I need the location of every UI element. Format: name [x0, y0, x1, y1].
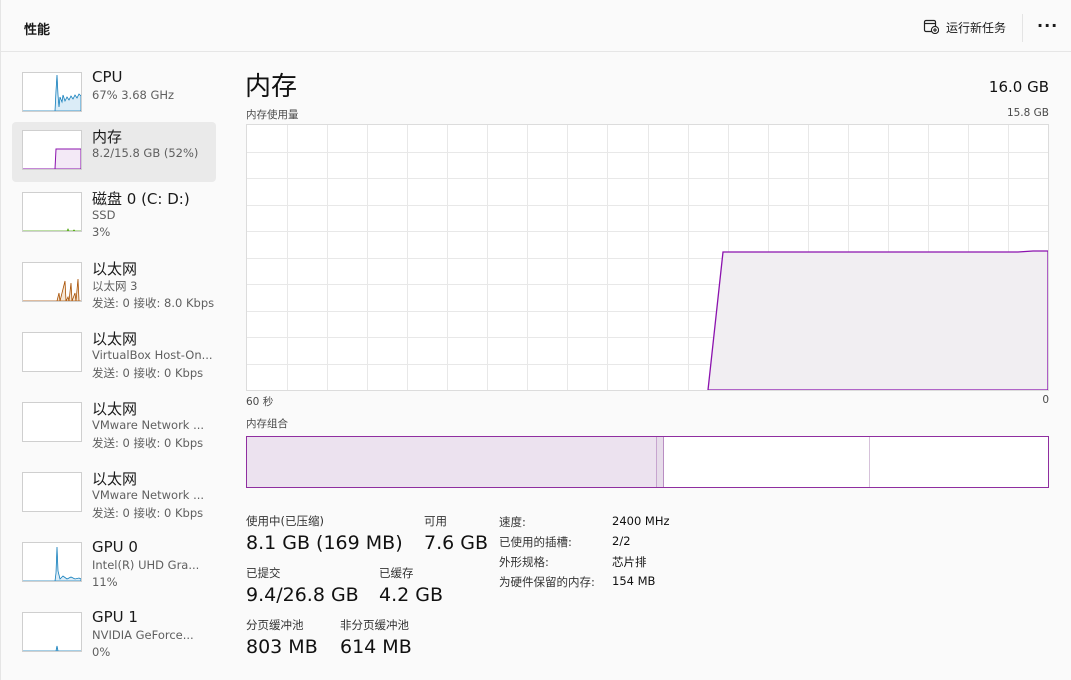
- header-divider: [1022, 14, 1023, 42]
- sidebar-item-detail: Intel(R) UHD Gra...: [92, 558, 200, 572]
- info-slots-value: 2/2: [612, 534, 631, 548]
- ethernet-thumbnail-graph: [22, 262, 82, 302]
- memory-usage-area: [707, 250, 1048, 390]
- sidebar-item-detail-2: 发送: 0 接收: 0 Kbps: [92, 366, 204, 380]
- section-title: 内存: [245, 72, 298, 102]
- sidebar-item-name: CPU: [92, 68, 123, 86]
- sidebar-item-disk[interactable]: 磁盘 0 (C: D:) SSD 3%: [12, 184, 216, 244]
- sidebar-item-name: 以太网: [92, 400, 138, 418]
- memory-composition-bar[interactable]: [246, 436, 1049, 488]
- cached-value: 4.2 GB: [379, 584, 444, 606]
- sidebar-item-name: 以太网: [92, 260, 138, 278]
- sidebar-item-detail-2: 3%: [92, 225, 111, 239]
- sidebar-item-ethernet-3[interactable]: 以太网 VMware Network ... 发送: 0 接收: 0 Kbps: [12, 394, 216, 454]
- sidebar-item-name: GPU 0: [92, 538, 138, 556]
- sidebar-item-detail-2: 发送: 0 接收: 0 Kbps: [92, 436, 204, 450]
- sidebar-item-detail: VMware Network ...: [92, 418, 205, 432]
- available-value: 7.6 GB: [424, 532, 489, 554]
- composition-label: 内存组合: [246, 418, 288, 430]
- sidebar-item-detail-2: 11%: [92, 575, 118, 589]
- sidebar-item-name: 以太网: [92, 330, 138, 348]
- sidebar-item-name: 磁盘 0 (C: D:): [92, 190, 190, 208]
- usage-graph-max: 15.8 GB: [1006, 107, 1049, 119]
- sidebar-item-detail-2: 发送: 0 接收: 8.0 Kbps: [92, 296, 214, 310]
- in-use-label: 使用中(已压缩): [246, 514, 324, 528]
- paged-pool-label: 分页缓冲池: [246, 618, 304, 632]
- sidebar-item-ethernet-4[interactable]: 以太网 VMware Network ... 发送: 0 接收: 0 Kbps: [12, 464, 216, 524]
- sidebar-item-name: 以太网: [92, 470, 138, 488]
- sidebar-item-gpu-1[interactable]: GPU 1 NVIDIA GeForce... 0%: [12, 604, 216, 664]
- ethernet-thumbnail-graph: [22, 402, 82, 442]
- sidebar-item-memory[interactable]: 内存 8.2/15.8 GB (52%): [12, 122, 216, 182]
- available-label: 可用: [424, 514, 447, 528]
- sidebar-item-detail: NVIDIA GeForce...: [92, 628, 194, 642]
- sidebar-item-cpu[interactable]: CPU 67% 3.68 GHz: [12, 64, 216, 124]
- more-options-button[interactable]: ···: [1037, 16, 1057, 38]
- info-speed-key: 速度:: [499, 515, 526, 529]
- gpu-thumbnail-graph: [22, 542, 82, 582]
- info-hw-reserved-key: 为硬件保留的内存:: [499, 575, 595, 589]
- memory-thumbnail-graph: [22, 130, 82, 170]
- sidebar-item-detail: VirtualBox Host-On...: [92, 348, 213, 362]
- committed-label: 已提交: [246, 566, 281, 580]
- sidebar-item-name: 内存: [92, 128, 123, 146]
- disk-thumbnail-graph: [22, 192, 82, 232]
- memory-usage-graph-svg: [247, 125, 1048, 390]
- usage-graph-label: 内存使用量: [246, 109, 299, 121]
- graph-axis-right-label: 0: [1042, 394, 1049, 406]
- info-hw-reserved-value: 154 MB: [612, 574, 656, 588]
- ethernet-thumbnail-graph: [22, 332, 82, 372]
- gpu-thumbnail-graph: [22, 612, 82, 652]
- page-title: 性能: [24, 23, 51, 38]
- sidebar-item-detail-2: 发送: 0 接收: 0 Kbps: [92, 506, 204, 520]
- sidebar-item-name: GPU 1: [92, 608, 138, 626]
- run-task-icon: [923, 18, 940, 37]
- info-form-factor-value: 芯片排: [612, 555, 647, 569]
- sidebar-item-ethernet-2[interactable]: 以太网 VirtualBox Host-On... 发送: 0 接收: 0 Kb…: [12, 324, 216, 384]
- nonpaged-pool-label: 非分页缓冲池: [340, 618, 409, 632]
- total-memory: 16.0 GB: [988, 78, 1049, 96]
- memory-detail-pane: 内存 16.0 GB 内存使用量 15.8 GB 60 秒 0 内存组合 使用中…: [226, 52, 1071, 680]
- memory-usage-graph: [246, 124, 1049, 391]
- performance-sidebar: CPU 67% 3.68 GHz 内存 8.2/15.8 GB (52%) 磁盘…: [1, 52, 226, 680]
- info-slots-key: 已使用的插槽:: [499, 535, 572, 549]
- sidebar-item-ethernet-1[interactable]: 以太网 以太网 3 发送: 0 接收: 8.0 Kbps: [12, 254, 216, 314]
- sidebar-item-gpu-0[interactable]: GPU 0 Intel(R) UHD Gra... 11%: [12, 534, 216, 594]
- in-use-value: 8.1 GB (169 MB): [246, 532, 403, 554]
- composition-modified: [657, 437, 664, 487]
- paged-pool-value: 803 MB: [246, 636, 318, 658]
- sidebar-item-detail: VMware Network ...: [92, 488, 205, 502]
- composition-free: [870, 437, 1048, 487]
- sidebar-item-detail-2: 0%: [92, 645, 111, 659]
- sidebar-item-detail: SSD: [92, 208, 116, 222]
- nonpaged-pool-value: 614 MB: [340, 636, 412, 658]
- run-new-task-button[interactable]: 运行新任务: [923, 16, 1006, 38]
- sidebar-item-detail: 8.2/15.8 GB (52%): [92, 146, 199, 160]
- sidebar-item-detail: 以太网 3: [92, 279, 138, 293]
- task-manager-window: 性能 运行新任务 ··· CPU 67% 3.68 GHz 内存 8.2/15.…: [0, 0, 1071, 680]
- info-speed-value: 2400 MHz: [612, 514, 670, 528]
- composition-in-use: [247, 437, 657, 487]
- cpu-thumbnail-graph: [22, 72, 82, 112]
- composition-standby: [665, 437, 870, 487]
- graph-axis-left-label: 60 秒: [246, 396, 274, 408]
- run-task-label: 运行新任务: [946, 20, 1007, 35]
- cached-label: 已缓存: [379, 566, 414, 580]
- ethernet-thumbnail-graph: [22, 472, 82, 512]
- header-bar: 性能 运行新任务 ···: [1, 0, 1071, 52]
- committed-value: 9.4/26.8 GB: [246, 584, 359, 606]
- info-form-factor-key: 外形规格:: [499, 555, 549, 569]
- sidebar-item-detail: 67% 3.68 GHz: [92, 88, 175, 102]
